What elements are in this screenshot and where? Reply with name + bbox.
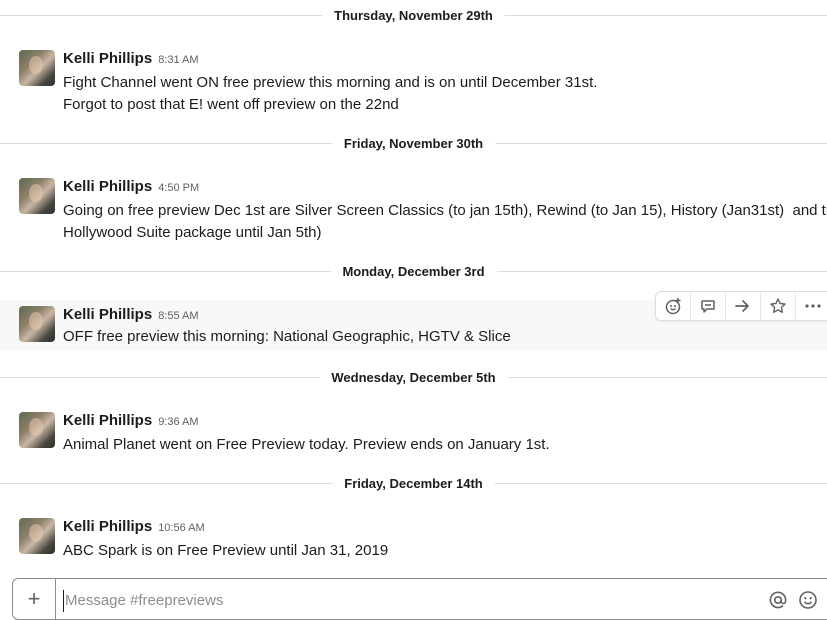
message-line: OFF free preview this morning: National … <box>63 328 511 345</box>
message-input[interactable]: Message #freepreviews <box>63 590 223 612</box>
avatar[interactable] <box>19 412 55 448</box>
message-text: Fight Channel went ON free preview this … <box>63 72 823 116</box>
date-divider-label[interactable]: Friday, December 14th <box>332 475 495 493</box>
message-actions-bar <box>655 291 827 321</box>
author-name[interactable]: Kelli Phillips <box>63 178 152 195</box>
avatar[interactable] <box>19 518 55 554</box>
date-divider: Friday, December 14th <box>0 475 827 493</box>
message[interactable]: Kelli Phillips 9:36 AM Animal Planet went… <box>0 412 827 456</box>
date-divider: Friday, November 30th <box>0 135 827 153</box>
message-text: ABC Spark is on Free Preview until Jan 3… <box>63 540 823 562</box>
date-divider-label[interactable]: Monday, December 3rd <box>330 263 497 281</box>
message-text: Going on free preview Dec 1st are Silver… <box>63 200 827 244</box>
author-name[interactable]: Kelli Phillips <box>63 306 152 323</box>
emoji-icon[interactable] <box>797 589 819 611</box>
message[interactable]: Kelli Phillips 8:31 AM Fight Channel went… <box>0 50 827 114</box>
date-divider-label[interactable]: Thursday, November 29th <box>322 7 505 25</box>
author-name[interactable]: Kelli Phillips <box>63 412 152 429</box>
mention-icon[interactable] <box>767 589 789 611</box>
message-timestamp[interactable]: 10:56 AM <box>158 522 204 534</box>
message-composer[interactable]: + Message #freepreviews <box>12 578 827 620</box>
avatar[interactable] <box>19 178 55 214</box>
message-line: Going on free preview Dec 1st are Silver… <box>63 202 827 219</box>
date-divider: Monday, December 3rd <box>0 263 827 281</box>
message[interactable]: Kelli Phillips 10:56 AM ABC Spark is on F… <box>0 518 827 562</box>
star-icon[interactable] <box>761 292 796 320</box>
add-reaction-icon[interactable] <box>656 292 691 320</box>
date-divider-label[interactable]: Friday, November 30th <box>331 135 496 153</box>
message-line: Forgot to post that E! went off preview … <box>63 96 399 113</box>
add-attachment-button[interactable]: + <box>13 579 56 619</box>
message-timestamp[interactable]: 8:55 AM <box>158 310 198 322</box>
avatar[interactable] <box>19 306 55 342</box>
message-line: Animal Planet went on Free Preview today… <box>63 436 550 453</box>
message-timestamp[interactable]: 4:50 PM <box>158 182 199 194</box>
date-divider-label[interactable]: Wednesday, December 5th <box>319 369 508 387</box>
message-line: Hollywood Suite package until Jan 5th) <box>63 224 322 241</box>
author-name[interactable]: Kelli Phillips <box>63 50 152 67</box>
message-line: ABC Spark is on Free Preview until Jan 3… <box>63 542 389 559</box>
message-line: Fight Channel went ON free preview this … <box>63 74 598 91</box>
author-name[interactable]: Kelli Phillips <box>63 518 152 535</box>
message-text: Animal Planet went on Free Preview today… <box>63 434 823 456</box>
message-timestamp[interactable]: 8:31 AM <box>158 54 198 66</box>
message-timestamp[interactable]: 9:36 AM <box>158 416 198 428</box>
message-text: OFF free preview this morning: National … <box>63 326 823 348</box>
plus-icon: + <box>27 586 41 611</box>
start-thread-icon[interactable] <box>691 292 726 320</box>
share-message-icon[interactable] <box>726 292 761 320</box>
date-divider: Thursday, November 29th <box>0 7 827 25</box>
avatar[interactable] <box>19 50 55 86</box>
date-divider: Wednesday, December 5th <box>0 369 827 387</box>
more-actions-icon[interactable] <box>796 292 827 320</box>
message[interactable]: Kelli Phillips 4:50 PM Going on free prev… <box>0 178 827 242</box>
